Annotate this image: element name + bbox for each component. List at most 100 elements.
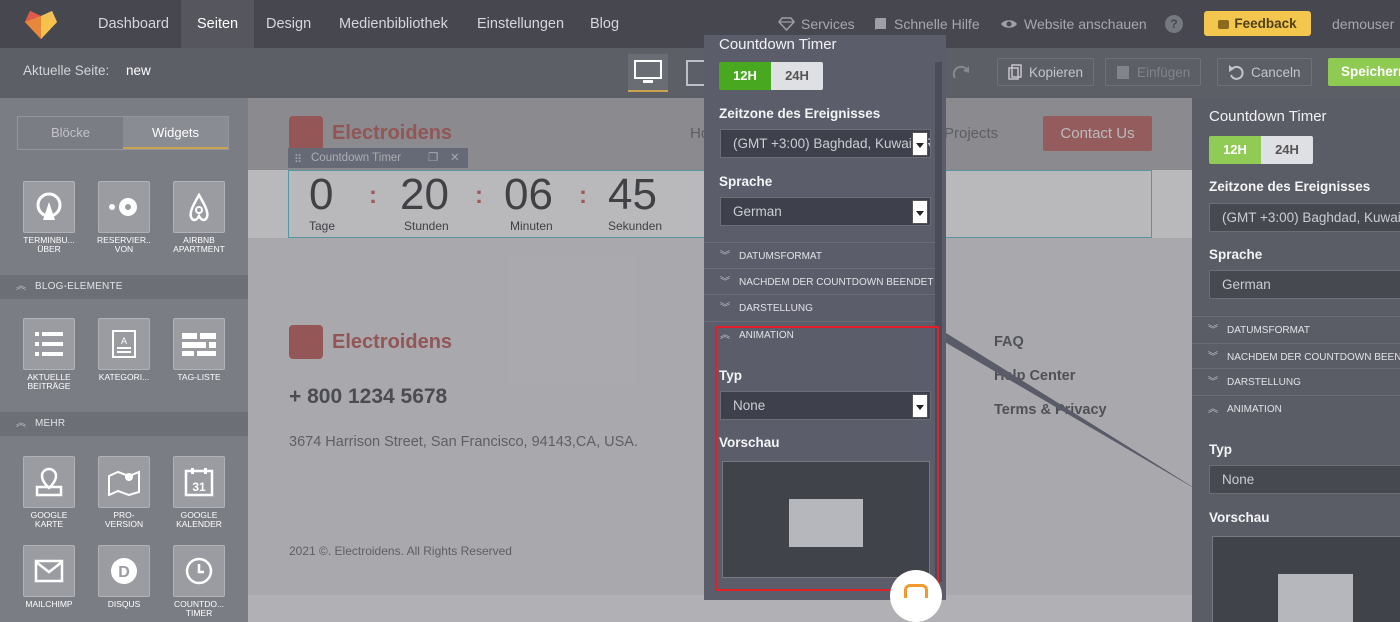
widget-disqus[interactable]: D Disqus	[97, 545, 151, 617]
widget-pro-map[interactable]: Pro-Version von	[97, 456, 151, 528]
settings-panel: Countdown Timer 12H 24H Zeitzone des Ere…	[1192, 98, 1400, 622]
top-navigation: Dashboard Seiten Design Medienbibliothek…	[0, 0, 1400, 48]
chevron-down-icon: ︾	[720, 251, 730, 262]
app-root: Dashboard Seiten Design Medienbibliothek…	[0, 0, 1400, 622]
widget-countdown-timer[interactable]: Countdo... Timer	[172, 545, 226, 617]
chevron-down-icon: ︾	[1208, 352, 1218, 363]
popup-accordion-date-format[interactable]: ︾ DATUMSFORMAT	[704, 242, 936, 269]
widget-acuity[interactable]: Terminbu... über Acuity	[22, 181, 76, 253]
widget-recent-posts[interactable]: Aktuelle Beiträge	[22, 318, 76, 390]
widget-airbnb[interactable]: Airbnb Apartment	[172, 181, 226, 253]
widget-label: Google Karte	[30, 511, 68, 528]
popup-language-select[interactable]: German	[720, 197, 931, 226]
airbnb-icon	[189, 192, 209, 222]
widget-google-calendar[interactable]: 31 Google Kalender	[172, 456, 226, 528]
map-icon	[108, 470, 140, 496]
language-select[interactable]: German	[1209, 270, 1400, 299]
nav-tab-einstellungen[interactable]: Einstellungen	[461, 0, 580, 48]
accordion-date-format[interactable]: ︾ DATUMSFORMAT	[1192, 316, 1400, 343]
type-select[interactable]: None	[1209, 465, 1400, 494]
chevron-down-icon: ︾	[1208, 377, 1218, 388]
chevron-down-icon: ︾	[720, 303, 730, 314]
chevron-up-icon: ︽	[16, 281, 27, 292]
widget-opentable[interactable]: Reservier... von OpenTable	[97, 181, 151, 253]
feedback-button[interactable]: Feedback	[1204, 11, 1311, 36]
redo-icon[interactable]	[952, 64, 972, 80]
current-page-value[interactable]: new	[126, 63, 151, 78]
widget-label: Tag-Liste	[177, 373, 221, 382]
save-button[interactable]: Speichern	[1328, 58, 1400, 86]
help-icon[interactable]: ?	[1165, 15, 1183, 33]
svg-text:A: A	[121, 336, 127, 346]
format-24h[interactable]: 24H	[1261, 136, 1313, 164]
widget-label: Terminbu... über Acuity	[23, 236, 75, 253]
view-website-link[interactable]: Website anschauen	[1000, 0, 1147, 48]
paste-button[interactable]: Einfügen	[1105, 58, 1202, 86]
popup-format-24h[interactable]: 24H	[771, 62, 823, 90]
chevron-up-icon: ︽	[16, 418, 27, 429]
preview-label: Vorschau	[1209, 510, 1270, 525]
timezone-select[interactable]: (GMT +3:00) Baghdad, Kuwait, Riyadh	[1209, 203, 1400, 232]
widget-google-map[interactable]: Google Karte	[22, 456, 76, 528]
accordion-label: DATUMSFORMAT	[739, 251, 822, 262]
logo-icon[interactable]	[24, 8, 58, 40]
copy-icon	[1008, 64, 1022, 80]
popup-accordion-after-countdown[interactable]: ︾ NACHDEM DER COUNTDOWN BEENDET IST	[704, 268, 936, 295]
copy-button[interactable]: Kopieren	[997, 58, 1095, 86]
user-menu[interactable]: demouser	[1332, 0, 1394, 48]
accordion-appearance[interactable]: ︾ DARSTELLUNG	[1192, 368, 1400, 395]
calendar-icon: 31	[184, 468, 214, 497]
tab-widgets[interactable]: Widgets	[123, 117, 228, 149]
popup-accordion-appearance[interactable]: ︾ DARSTELLUNG	[704, 294, 936, 321]
accordion-animation[interactable]: ︽ ANIMATION	[1192, 395, 1400, 422]
widget-mailchimp[interactable]: Mailchimp	[22, 545, 76, 617]
highlight-frame	[715, 326, 939, 591]
accordion-label: DARSTELLUNG	[739, 303, 813, 314]
popup-format-12h[interactable]: 12H	[719, 62, 771, 90]
copy-label: Kopieren	[1029, 64, 1084, 80]
clock-icon	[185, 557, 213, 585]
disqus-icon: D	[111, 558, 137, 584]
section-blog-elements[interactable]: ︽ BLOG-ELEMENTE	[0, 275, 248, 299]
widget-categories[interactable]: A Kategori...	[97, 318, 151, 390]
preview-shape	[1278, 574, 1353, 622]
undo-icon	[1229, 65, 1244, 80]
list-icon	[35, 332, 63, 356]
current-page-label: Aktuelle Seite:	[23, 63, 110, 78]
mail-icon	[34, 559, 64, 583]
desktop-view-button[interactable]	[628, 54, 668, 92]
accordion-label: DARSTELLUNG	[1227, 377, 1301, 388]
opentable-icon	[109, 198, 137, 216]
nav-tab-dashboard[interactable]: Dashboard	[82, 0, 185, 48]
nav-tab-seiten[interactable]: Seiten	[181, 0, 255, 48]
accordion-label: NACHDEM DER COUNTDOWN BEENDET IST	[1227, 352, 1400, 363]
section-title: MEHR	[35, 418, 66, 429]
widget-label: Airbnb Apartment	[173, 236, 225, 253]
format-12h[interactable]: 12H	[1209, 136, 1261, 164]
widget-label: Aktuelle Beiträge	[27, 373, 71, 390]
nav-tab-medienbibliothek[interactable]: Medienbibliothek	[323, 0, 464, 48]
widget-tag-list[interactable]: Tag-Liste	[172, 318, 226, 390]
cancel-button[interactable]: Cancel​n	[1217, 58, 1312, 86]
chevron-up-icon: ︽	[1208, 404, 1218, 415]
popup-timezone-value: (GMT +3:00) Baghdad, Kuwait, Riyadh	[733, 136, 930, 151]
nav-tab-blog[interactable]: Blog	[574, 0, 635, 48]
svg-text:D: D	[118, 564, 130, 581]
nav-tab-design[interactable]: Design	[250, 0, 327, 48]
book-icon	[874, 17, 886, 31]
category-icon: A	[112, 330, 136, 358]
popup-timezone-select[interactable]: (GMT +3:00) Baghdad, Kuwait, Riyadh	[720, 129, 931, 158]
widget-label: Google Kalender	[176, 511, 222, 528]
cancel-label: Cancel​n	[1251, 64, 1301, 80]
paste-icon	[1117, 66, 1129, 79]
popup-language-value: German	[733, 204, 782, 219]
accordion-label: NACHDEM DER COUNTDOWN BEENDET IST	[739, 277, 936, 288]
tab-bloecke[interactable]: Blöcke	[18, 117, 123, 149]
tag-list-icon	[182, 333, 216, 356]
timezone-label: Zeitzone des Ereignisses	[1209, 179, 1371, 194]
popup-time-format-toggle: 12H 24H	[719, 62, 823, 90]
chevron-down-icon: ︾	[1208, 325, 1218, 336]
accordion-after-countdown[interactable]: ︾ NACHDEM DER COUNTDOWN BEENDET IST	[1192, 343, 1400, 370]
section-more[interactable]: ︽ MEHR	[0, 412, 248, 436]
language-label: Sprache	[1209, 247, 1263, 262]
